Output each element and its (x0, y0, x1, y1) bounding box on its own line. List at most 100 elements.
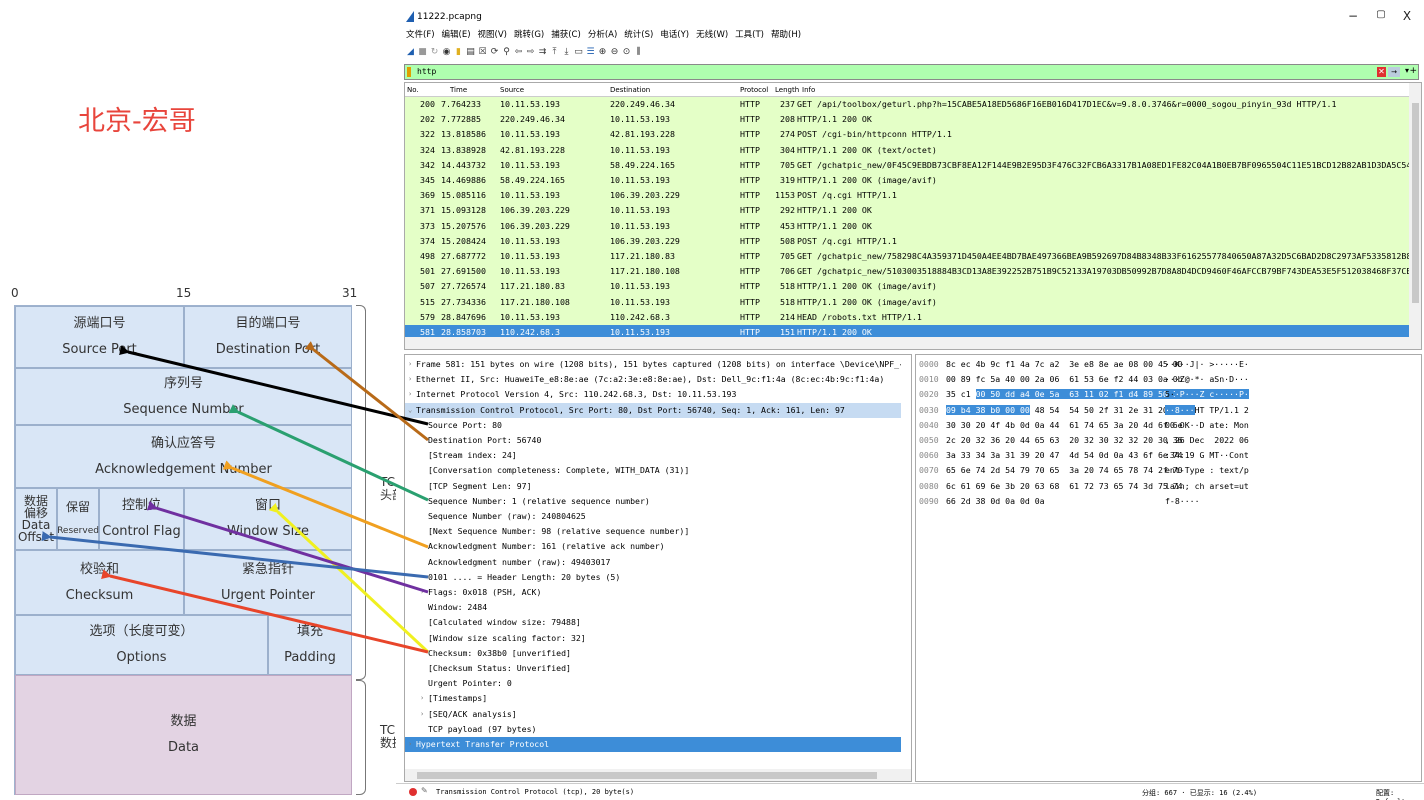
apply-filter-icon[interactable]: → (1388, 67, 1400, 77)
menu-item-4[interactable]: 捕获(C) (551, 28, 581, 42)
first-packet-icon[interactable]: ⤒ (550, 47, 559, 58)
find-packet-icon[interactable]: ⚲ (502, 47, 511, 58)
autoscroll-icon[interactable]: ▭ (574, 47, 583, 58)
menu-item-6[interactable]: 统计(S) (624, 28, 653, 42)
colorize-icon[interactable]: ☰ (586, 47, 595, 58)
stop-capture-icon[interactable]: ■ (418, 47, 427, 58)
byte-asc[interactable]: f-8···· (1165, 494, 1200, 509)
detail-row[interactable]: Destination Port: 56740 (405, 433, 901, 448)
go-back-icon[interactable]: ⇦ (514, 47, 523, 58)
packet-list-vscroll-thumb[interactable] (1412, 103, 1419, 303)
detail-row[interactable]: [Conversation completeness: Complete, WI… (405, 463, 901, 478)
detail-row[interactable]: › [Timestamps] (405, 691, 901, 706)
details-hscroll-thumb[interactable] (417, 772, 877, 779)
detail-row[interactable]: › Hypertext Transfer Protocol (405, 737, 901, 753)
detail-row[interactable]: 0101 .... = Header Length: 20 bytes (5) (405, 570, 901, 585)
collapsed-arrow-icon[interactable]: › (408, 387, 412, 402)
detail-row[interactable]: Window: 2484 (405, 600, 901, 615)
byte-hex[interactable]: 35 c1 00 50 dd a4 0e 5a 63 11 02 f1 d4 8… (946, 387, 1183, 402)
collapsed-arrow-icon[interactable]: › (408, 372, 412, 387)
zoom-reset-icon[interactable]: ⊙ (622, 47, 631, 58)
go-forward-icon[interactable]: ⇨ (526, 47, 535, 58)
menu-item-0[interactable]: 文件(F) (406, 28, 435, 42)
byte-asc[interactable]: ···Z@·*· aSn·D··· (1165, 372, 1249, 387)
collapsed-arrow-icon[interactable]: › (420, 691, 424, 706)
packet-row[interactable]: 202 7.772885 220.249.46.34 10.11.53.193 HTTP… (405, 112, 1411, 128)
detail-row[interactable]: [Calculated window size: 79488] (405, 615, 901, 630)
byte-asc[interactable]: 00 OK··D ate: Mon (1165, 418, 1249, 433)
byte-asc[interactable]: 5··P···Z c·····P· (1165, 387, 1249, 402)
menu-item-2[interactable]: 视图(V) (478, 28, 507, 42)
col-info[interactable]: Info (802, 86, 815, 94)
col-destination[interactable]: Destination (610, 86, 650, 94)
packet-row[interactable]: 369 15.085116 10.11.53.193 106.39.203.229 HT… (405, 188, 1411, 204)
display-filter-input[interactable]: http (417, 67, 436, 76)
last-packet-icon[interactable]: ⤓ (562, 47, 571, 58)
byte-hex[interactable]: 66 2d 38 0d 0a 0d 0a (946, 494, 1045, 509)
details-hscrollbar[interactable] (405, 769, 911, 781)
byte-hex[interactable]: 3a 33 34 3a 31 39 20 47 4d 54 0d 0a 43 6… (946, 448, 1183, 463)
packet-row[interactable]: 345 14.469886 58.49.224.165 10.11.53.193 HTT… (405, 173, 1411, 189)
zoom-out-icon[interactable]: ⊖ (610, 47, 619, 58)
packet-row[interactable]: 501 27.691500 10.11.53.193 117.21.180.108 HT… (405, 264, 1411, 280)
collapsed-arrow-icon[interactable]: › (420, 707, 424, 722)
detail-row[interactable]: [Next Sequence Number: 98 (relative sequ… (405, 524, 901, 539)
packet-row[interactable]: 342 14.443732 10.11.53.193 58.49.224.165 HTT… (405, 157, 1411, 173)
col-time[interactable]: Time (450, 86, 467, 94)
reload-file-icon[interactable]: ⟳ (490, 47, 499, 58)
packet-row[interactable]: 374 15.208424 10.11.53.193 106.39.203.229 HT… (405, 233, 1411, 249)
col-protocol[interactable]: Protocol (740, 86, 768, 94)
restart-capture-icon[interactable]: ↻ (430, 47, 439, 58)
maximize-button[interactable]: ▢ (1374, 9, 1388, 20)
detail-row[interactable]: [Checksum Status: Unverified] (405, 661, 901, 676)
byte-asc[interactable]: ··8···HT TP/1.1 2 (1165, 403, 1249, 418)
detail-row[interactable]: ⌄ Transmission Control Protocol, Src Port… (405, 402, 901, 418)
close-file-icon[interactable]: ☒ (478, 47, 487, 58)
menu-item-7[interactable]: 电话(Y) (660, 28, 689, 42)
zoom-in-icon[interactable]: ⊕ (598, 47, 607, 58)
status-profile[interactable]: 配置: Default (1376, 788, 1424, 800)
byte-hex[interactable]: 00 89 fc 5a 40 00 2a 06 61 53 6e f2 44 0… (946, 372, 1183, 387)
menu-item-8[interactable]: 无线(W) (696, 28, 728, 42)
minimize-button[interactable]: − (1346, 9, 1360, 23)
byte-hex[interactable]: 2c 20 32 36 20 44 65 63 20 32 30 32 32 2… (946, 433, 1183, 448)
detail-row[interactable]: Sequence Number (raw): 240804625 (405, 509, 901, 524)
detail-row[interactable]: [TCP Segment Len: 97] (405, 479, 901, 494)
save-file-icon[interactable]: ▤ (466, 47, 475, 58)
menu-item-9[interactable]: 工具(T) (735, 28, 764, 42)
packet-list-vscrollbar[interactable] (1409, 83, 1421, 339)
open-file-icon[interactable]: ▮ (454, 47, 463, 58)
byte-asc[interactable]: lain; ch arset=ut (1165, 479, 1249, 494)
byte-hex[interactable]: 8c ec 4b 9c f1 4a 7c a2 3e e8 8e ae 08 0… (946, 357, 1183, 372)
filter-bookmark-icon[interactable] (407, 67, 411, 77)
col-no[interactable]: No. (407, 86, 419, 94)
menu-item-10[interactable]: 帮助(H) (771, 28, 801, 42)
byte-hex[interactable]: 09 b4 38 b0 00 00 48 54 54 50 2f 31 2e 3… (946, 403, 1183, 418)
packet-row[interactable]: 579 28.847696 10.11.53.193 110.242.68.3 HTTP… (405, 309, 1411, 325)
collapsed-arrow-icon[interactable]: › (420, 585, 424, 600)
packet-row[interactable]: 498 27.687772 10.11.53.193 117.21.180.83 HTT… (405, 249, 1411, 265)
byte-asc[interactable]: , 26 Dec 2022 06 (1165, 433, 1249, 448)
menu-item-1[interactable]: 编辑(E) (442, 28, 471, 42)
packet-row[interactable]: 371 15.093128 106.39.203.229 10.11.53.193 HT… (405, 203, 1411, 219)
detail-row[interactable]: Sequence Number: 1 (relative sequence nu… (405, 494, 901, 509)
byte-hex[interactable]: 30 30 20 4f 4b 0d 0a 44 61 74 65 3a 20 4… (946, 418, 1183, 433)
menu-item-3[interactable]: 跳转(G) (514, 28, 544, 42)
packet-row[interactable]: 200 7.764233 10.11.53.193 220.249.46.34 HTTP… (405, 97, 1411, 113)
edit-comment-icon[interactable]: ✎ (421, 786, 428, 795)
close-button[interactable]: X (1400, 9, 1414, 23)
packet-list-hscrollbar[interactable] (405, 337, 1421, 349)
expert-info-icon[interactable] (409, 788, 417, 796)
capture-options-icon[interactable]: ◉ (442, 47, 451, 58)
byte-asc[interactable]: ent-Type : text/p (1165, 463, 1249, 478)
go-to-packet-icon[interactable]: ⇉ (538, 47, 547, 58)
detail-row[interactable]: › Flags: 0x018 (PSH, ACK) (405, 585, 901, 600)
col-length[interactable]: Length (775, 86, 799, 94)
resize-columns-icon[interactable]: ⫼ (634, 47, 643, 58)
packet-row[interactable]: 373 15.207576 106.39.203.229 10.11.53.193 HT… (405, 218, 1411, 234)
filter-dropdown-icon[interactable]: ▾ (1405, 66, 1409, 75)
byte-asc[interactable]: :34:19 G MT··Cont (1165, 448, 1249, 463)
detail-row[interactable]: Acknowledgment number (raw): 49403017 (405, 555, 901, 570)
detail-row[interactable]: › [SEQ/ACK analysis] (405, 707, 901, 722)
packet-row[interactable]: 515 27.734336 117.21.180.108 10.11.53.193 HT… (405, 294, 1411, 310)
